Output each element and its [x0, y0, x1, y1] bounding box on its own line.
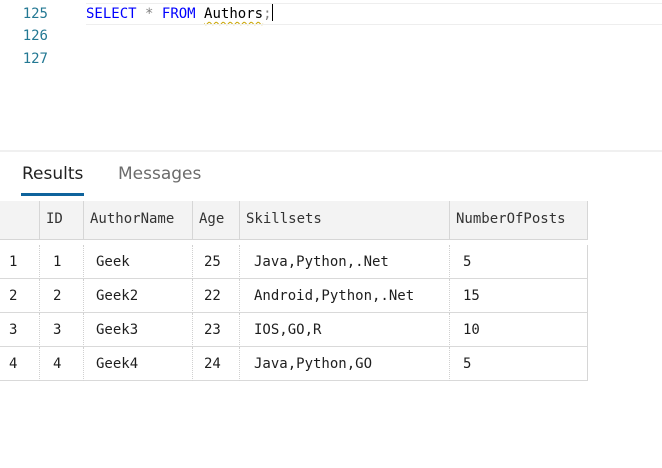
- cell-age[interactable]: 25: [193, 245, 240, 279]
- column-header-age[interactable]: Age: [193, 201, 240, 240]
- cell-age[interactable]: 22: [193, 279, 240, 313]
- row-number[interactable]: 1: [0, 245, 40, 279]
- line-number: 126: [22, 28, 48, 44]
- sql-keyword-select: SELECT: [86, 6, 137, 22]
- cell-skillsets[interactable]: IOS,GO,R: [240, 313, 450, 347]
- sql-statement[interactable]: SELECT * FROM Authors;: [86, 3, 273, 25]
- text-cursor: [271, 3, 273, 21]
- column-header-authorname[interactable]: AuthorName: [84, 201, 193, 240]
- line-number: 125: [22, 6, 48, 22]
- cell-age[interactable]: 24: [193, 347, 240, 381]
- cell-skillsets[interactable]: Android,Python,.Net: [240, 279, 450, 313]
- cell-id[interactable]: 1: [40, 245, 84, 279]
- editor-line[interactable]: 127: [0, 48, 662, 70]
- row-number[interactable]: 3: [0, 313, 40, 347]
- tab-results[interactable]: Results: [20, 164, 85, 196]
- cell-authorname[interactable]: Geek3: [84, 313, 193, 347]
- editor-line[interactable]: 126: [0, 25, 662, 47]
- tab-messages[interactable]: Messages: [118, 164, 201, 184]
- sql-semicolon: ;: [263, 6, 272, 22]
- column-header-skillsets[interactable]: Skillsets: [240, 201, 450, 240]
- sql-star: *: [145, 6, 154, 22]
- editor-line[interactable]: 125 SELECT * FROM Authors;: [0, 3, 662, 25]
- cell-skillsets[interactable]: Java,Python,.Net: [240, 245, 450, 279]
- cell-numberofposts[interactable]: 5: [450, 347, 588, 381]
- cell-numberofposts[interactable]: 15: [450, 279, 588, 313]
- row-number[interactable]: 4: [0, 347, 40, 381]
- cell-id[interactable]: 4: [40, 347, 84, 381]
- cell-numberofposts[interactable]: 10: [450, 313, 588, 347]
- cell-authorname[interactable]: Geek2: [84, 279, 193, 313]
- row-number-header[interactable]: [0, 201, 40, 240]
- cell-id[interactable]: 2: [40, 279, 84, 313]
- cell-id[interactable]: 3: [40, 313, 84, 347]
- cell-authorname[interactable]: Geek4: [84, 347, 193, 381]
- sql-keyword-from: FROM: [161, 6, 196, 22]
- cell-skillsets[interactable]: Java,Python,GO: [240, 347, 450, 381]
- query-editor[interactable]: 125 SELECT * FROM Authors; 126 127: [0, 0, 662, 150]
- cell-age[interactable]: 23: [193, 313, 240, 347]
- sql-table-name: Authors: [204, 6, 264, 22]
- cell-numberofposts[interactable]: 5: [450, 245, 588, 279]
- results-tab-bar: Results Messages: [0, 152, 662, 196]
- line-number: 127: [22, 51, 48, 67]
- cell-authorname[interactable]: Geek: [84, 245, 193, 279]
- column-header-numberofposts[interactable]: NumberOfPosts: [450, 201, 588, 240]
- column-header-id[interactable]: ID: [40, 201, 84, 240]
- row-number[interactable]: 2: [0, 279, 40, 313]
